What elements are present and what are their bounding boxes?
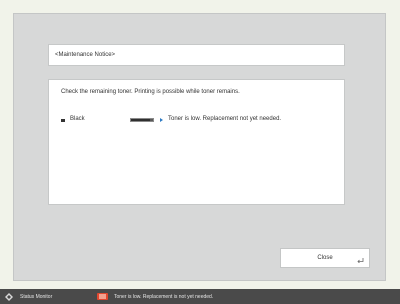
close-button[interactable]: Close (280, 248, 370, 268)
status-monitor-button[interactable]: Status Monitor (0, 289, 90, 304)
enter-icon (357, 258, 364, 263)
toner-color-label: Black (70, 116, 85, 122)
toner-status-text: Toner is low. Replacement not yet needed… (168, 116, 282, 122)
toner-alert-icon (97, 293, 108, 300)
status-monitor-label: Status Monitor (20, 294, 53, 300)
notice-title: <Maintenance Notice> (48, 44, 345, 66)
screen: <Maintenance Notice> Check the remaining… (0, 0, 400, 289)
status-bar: Status Monitor Toner is low. Replacement… (0, 289, 400, 304)
instructions-text: Check the remaining toner. Printing is p… (61, 89, 240, 95)
status-monitor-icon (5, 293, 13, 301)
toner-level-bar (130, 118, 154, 122)
toner-level-fill (131, 119, 150, 121)
close-button-label: Close (317, 255, 333, 261)
status-message: Toner is low. Replacement is not yet nee… (114, 294, 214, 300)
toner-row-black: Black Toner is low. Replacement not yet … (61, 116, 336, 128)
toner-info-panel: Check the remaining toner. Printing is p… (48, 79, 345, 205)
arrow-right-icon (160, 118, 163, 122)
bullet-icon (61, 119, 65, 122)
